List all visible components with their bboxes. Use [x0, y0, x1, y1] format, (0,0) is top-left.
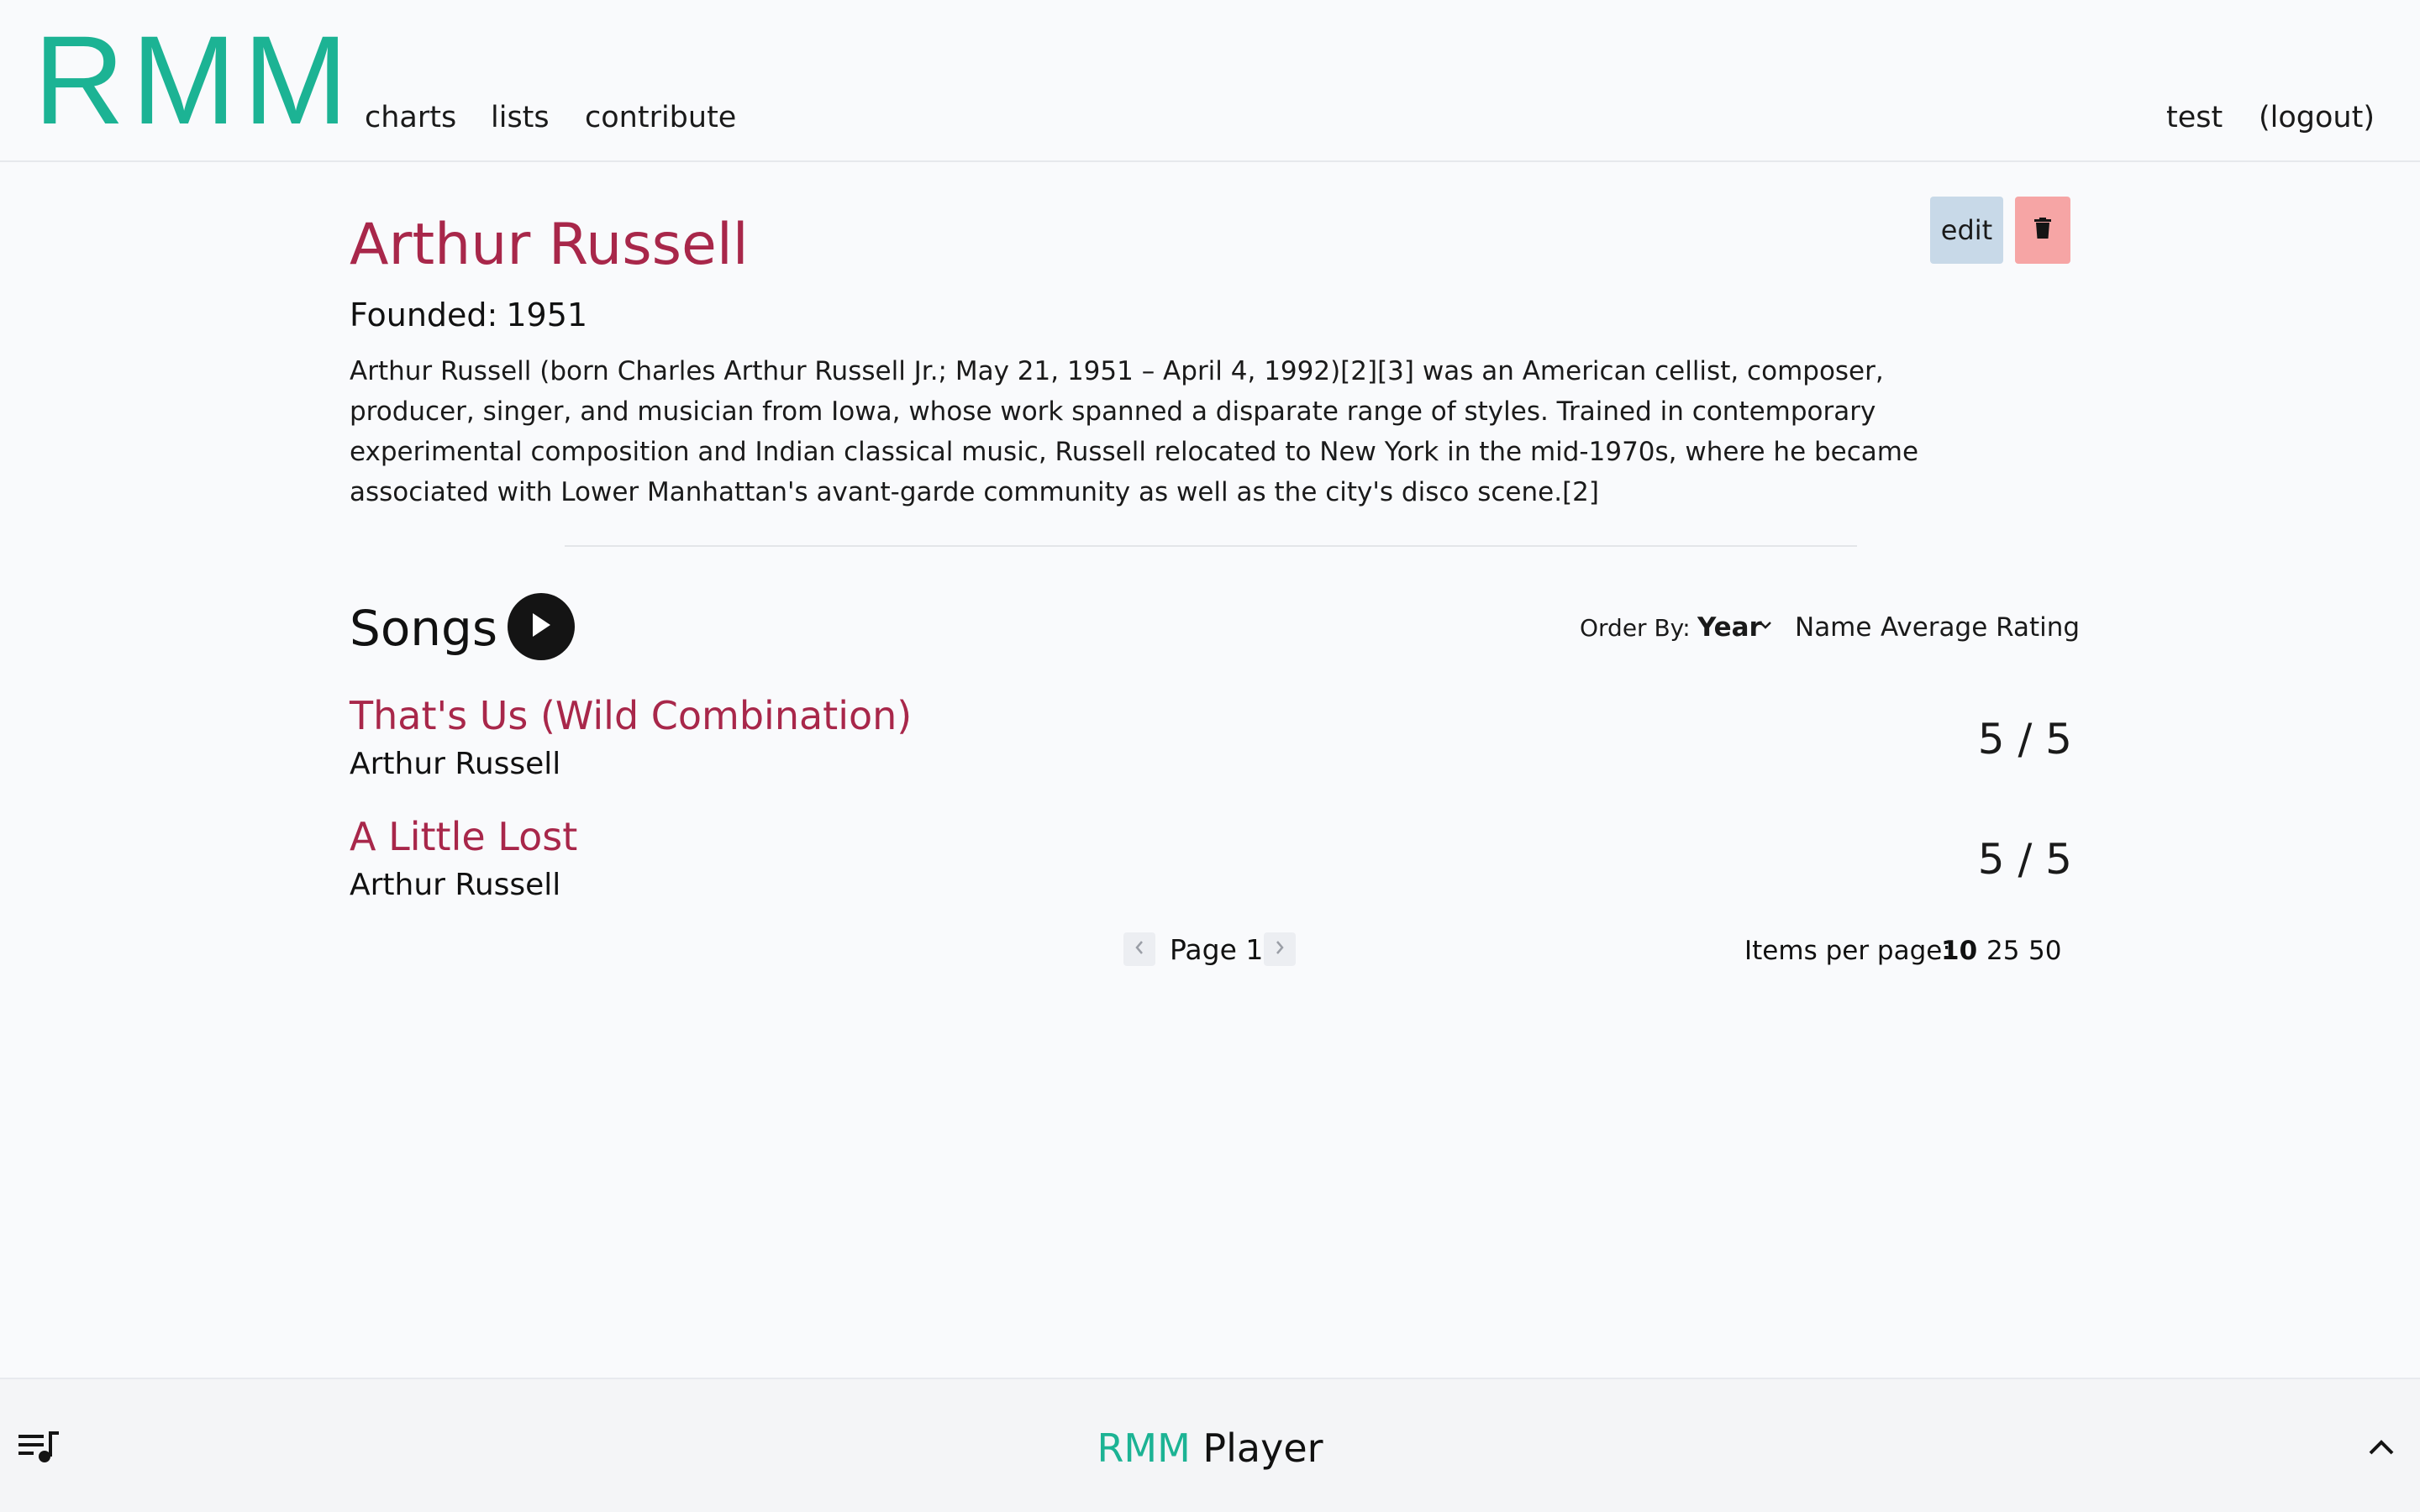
song-artist-link[interactable]: Arthur Russell	[350, 865, 560, 906]
order-by-year[interactable]: Year	[1697, 610, 1762, 645]
songs-heading: Songs	[350, 600, 498, 657]
order-by-average-rating[interactable]: Average Rating	[1881, 610, 2080, 645]
delete-button[interactable]	[2015, 197, 2070, 264]
nav-lists-link[interactable]: lists	[491, 97, 550, 138]
player-label: Player	[1202, 1425, 1323, 1471]
items-per-page-50[interactable]: 50	[2028, 932, 2061, 969]
player-title: RMM Player	[0, 1423, 2420, 1473]
order-by-name[interactable]: Name	[1795, 610, 1871, 645]
nav-charts-link[interactable]: charts	[365, 97, 456, 138]
section-divider	[565, 545, 1857, 547]
artist-bio: Arthur Russell (born Charles Arthur Russ…	[350, 356, 1919, 507]
edit-button[interactable]: edit	[1930, 197, 2003, 264]
site-logo[interactable]: RMM	[34, 17, 355, 143]
song-rating: 5 / 5	[1977, 715, 2072, 764]
items-per-page-label: Items per page:	[1744, 936, 1951, 966]
chevron-right-icon	[1274, 940, 1286, 958]
song-title-link[interactable]: That's Us (Wild Combination)	[350, 690, 912, 741]
song-title-link[interactable]: A Little Lost	[350, 811, 577, 862]
founded-label: Founded:	[350, 297, 498, 333]
trash-icon	[2033, 218, 2052, 243]
items-per-page-10[interactable]: 10	[1941, 932, 1977, 969]
chevron-up-icon[interactable]	[2368, 1438, 2395, 1460]
founded-year: 1951	[506, 297, 588, 333]
order-by-label: Order By:	[1580, 614, 1691, 642]
player-bar: RMM Player	[0, 1378, 2420, 1512]
next-page-button[interactable]	[1264, 932, 1296, 966]
founded-info: Founded: 1951	[350, 294, 587, 336]
artist-name-title: Arthur Russell	[350, 212, 749, 278]
song-rating: 5 / 5	[1977, 835, 2072, 884]
chevron-down-icon	[1758, 617, 1773, 636]
play-all-button[interactable]	[508, 593, 575, 660]
song-artist-link[interactable]: Arthur Russell	[350, 744, 560, 785]
items-per-page-25[interactable]: 25	[1986, 932, 2019, 969]
nav-contribute-link[interactable]: contribute	[585, 97, 736, 138]
page-indicator: Page 1	[1170, 933, 1264, 966]
top-navbar: RMM charts lists contribute test (logout…	[0, 0, 2420, 162]
user-profile-link[interactable]: test	[2166, 97, 2223, 138]
play-icon	[530, 612, 552, 641]
logout-link[interactable]: (logout)	[2259, 97, 2375, 138]
previous-page-button[interactable]	[1123, 932, 1155, 966]
player-brand: RMM	[1097, 1425, 1191, 1471]
chevron-left-icon	[1134, 940, 1145, 958]
